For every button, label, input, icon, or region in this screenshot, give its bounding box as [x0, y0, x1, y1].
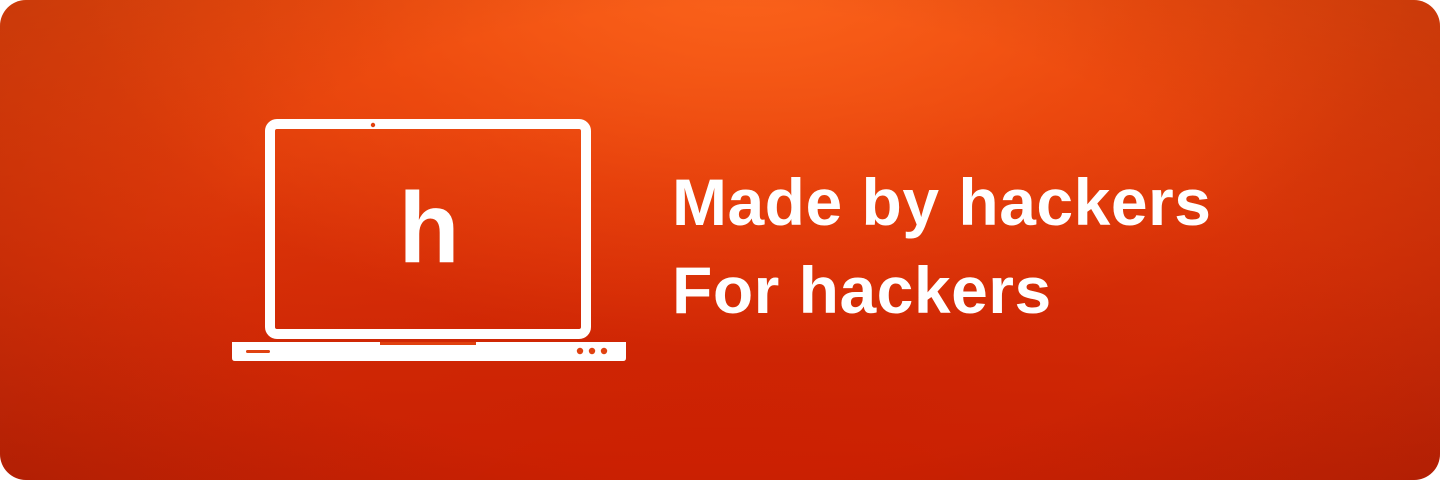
tagline-line-1: Made by hackers: [672, 165, 1212, 239]
tagline-line-2: For hackers: [672, 253, 1052, 327]
laptop-icon: h: [230, 118, 628, 364]
promo-banner: h Made by hackers For hackers: [0, 0, 1440, 480]
tagline: Made by hackers For hackers: [672, 158, 1211, 334]
logo-letter: h: [398, 172, 460, 284]
